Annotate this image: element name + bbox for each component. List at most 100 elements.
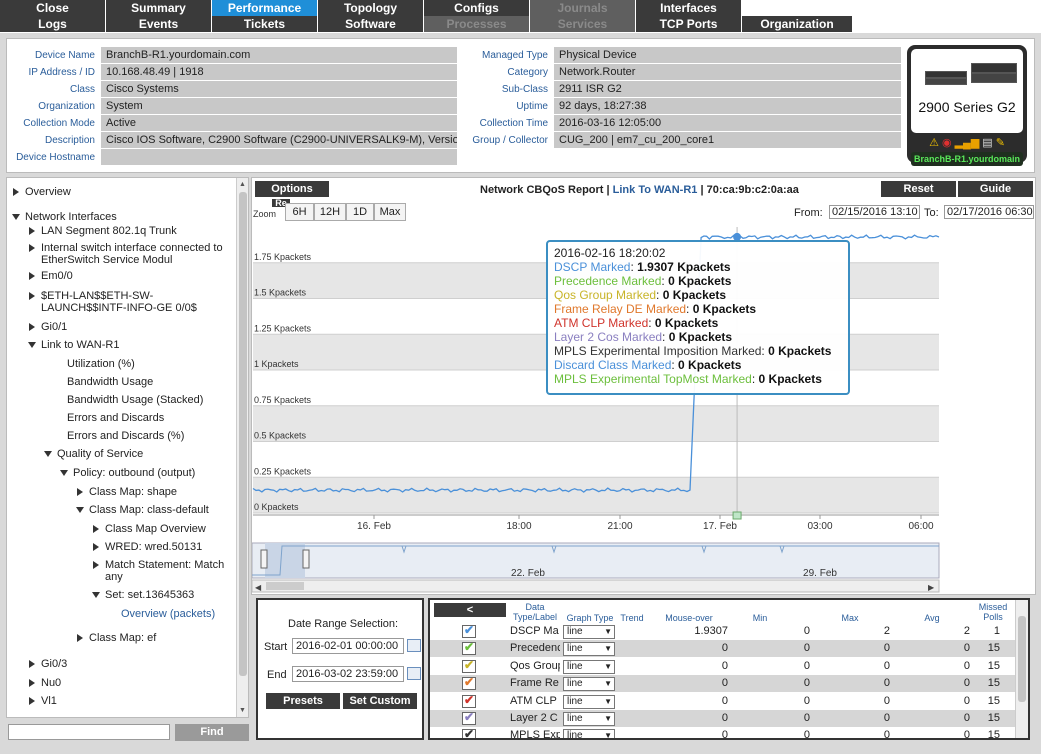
table-row[interactable]: ATM CLP 0 0 0 0 15 line (430, 693, 1016, 710)
tree-item[interactable]: Errors and Discards (%) (67, 430, 184, 442)
nav-tab-software[interactable]: Software (318, 16, 423, 32)
tree-item[interactable]: Errors and Discards (67, 412, 164, 424)
tree-item[interactable]: Class Map: ef (77, 632, 156, 644)
tree-item[interactable]: Match Statement: Match any (93, 559, 224, 583)
printer-icon[interactable]: ▤ (982, 136, 992, 149)
series-checkbox[interactable] (462, 675, 476, 691)
expanded-arrow-icon[interactable] (92, 592, 100, 598)
collapsed-arrow-icon[interactable] (29, 244, 35, 252)
col-header-mouseover[interactable]: Mouse-over (658, 613, 720, 623)
tree-item[interactable]: Quality of Service (44, 448, 143, 460)
tree-item[interactable]: LAN Segment 802.1q Trunk (29, 225, 177, 237)
table-row[interactable]: Precedence 0 0 0 0 15 line (430, 640, 1016, 658)
tree-item[interactable]: Gi0/3 (29, 658, 67, 670)
col-header-trend[interactable]: Trend (618, 613, 646, 623)
series-checkbox[interactable] (462, 710, 476, 725)
tree-item[interactable]: Vl1 (29, 695, 57, 707)
collapsed-arrow-icon[interactable] (29, 323, 35, 331)
set-custom-button[interactable]: Set Custom (343, 693, 417, 709)
nav-tab-organization[interactable]: Organization (742, 16, 852, 32)
tree-item[interactable]: Class Map: class-default (76, 504, 209, 516)
find-input[interactable] (8, 724, 170, 740)
chart-h-scrollbar[interactable] (252, 579, 940, 593)
expanded-arrow-icon[interactable] (28, 342, 36, 348)
nav-tab-performance[interactable]: Performance (212, 0, 317, 16)
col-header-avg[interactable]: Avg (912, 613, 952, 623)
collapsed-arrow-icon[interactable] (29, 697, 35, 705)
tree-item[interactable]: Link to WAN-R1 (28, 339, 119, 351)
col-header-min[interactable]: Min (740, 613, 780, 623)
nav-tab-logs[interactable]: Logs (0, 16, 105, 32)
tree-item[interactable]: WRED: wred.50131 (93, 541, 202, 553)
tree-item[interactable]: Policy: outbound (output) (60, 467, 195, 479)
col-header-graphtype[interactable]: Graph Type (564, 613, 616, 623)
graph-type-select[interactable]: line (563, 659, 615, 674)
chart-h-scroll-thumb[interactable] (266, 582, 304, 590)
navigator-right-handle[interactable] (302, 549, 310, 569)
nav-tab-events[interactable]: Events (106, 16, 211, 32)
back-button[interactable]: < (434, 603, 506, 617)
col-header-datatype[interactable]: Data Type/Label (510, 602, 560, 622)
signal-bars-icon[interactable]: ▂▄▆ (955, 136, 980, 149)
navigator-left-handle[interactable] (260, 549, 268, 569)
col-header-max[interactable]: Max (830, 613, 870, 623)
end-date-input[interactable]: 2016-03-02 23:59:00 (292, 666, 404, 682)
nav-tab-topology[interactable]: Topology (318, 0, 423, 16)
collapsed-arrow-icon[interactable] (29, 660, 35, 668)
tree-item[interactable]: Class Map Overview (93, 523, 206, 535)
table-row[interactable]: Layer 2 C 0 0 0 0 15 line (430, 710, 1016, 727)
collapsed-arrow-icon[interactable] (93, 543, 99, 551)
start-date-input[interactable]: 2016-02-01 00:00:00 (292, 638, 404, 654)
tree-item[interactable]: Overview (packets) (121, 608, 215, 620)
tree-item[interactable]: Internal switch interface connected to Et… (29, 242, 223, 266)
tree-item[interactable]: Utilization (%) (67, 358, 135, 370)
tree-item[interactable]: Em0/0 (29, 270, 73, 282)
tree-item[interactable]: Overview (13, 186, 71, 198)
tree-item[interactable]: $ETH-LAN$$ETH-SW- LAUNCH$$INTF-INFO-GE 0/… (29, 290, 197, 314)
expanded-arrow-icon[interactable] (60, 470, 68, 476)
collapsed-arrow-icon[interactable] (29, 292, 35, 300)
collapsed-arrow-icon[interactable] (29, 227, 35, 235)
expanded-arrow-icon[interactable] (44, 451, 52, 457)
collapsed-arrow-icon[interactable] (77, 488, 83, 496)
nav-tab-configs[interactable]: Configs (424, 0, 529, 16)
graph-type-select[interactable]: line (563, 729, 615, 738)
series-checkbox[interactable] (462, 623, 476, 638)
nav-tab-tickets[interactable]: Tickets (212, 16, 317, 32)
collapsed-arrow-icon[interactable] (13, 188, 19, 196)
calendar-icon[interactable] (407, 639, 421, 652)
graph-type-select[interactable]: line (563, 712, 615, 726)
tree-scrollbar[interactable]: ▲ ▼ (236, 178, 248, 717)
collapsed-arrow-icon[interactable] (77, 634, 83, 642)
table-row[interactable]: MPLS Exp 0 0 0 0 15 line (430, 727, 1016, 738)
graph-type-select[interactable]: line (563, 625, 615, 639)
tree-item[interactable]: Network Interfaces (12, 211, 117, 223)
tree-item[interactable]: Set: set.13645363 (92, 589, 194, 601)
table-row[interactable]: Qos Group 0 0 0 0 15 line (430, 658, 1016, 675)
wrench-icon[interactable]: ✎ (996, 136, 1005, 149)
collapsed-arrow-icon[interactable] (93, 525, 99, 533)
col-header-missed[interactable]: Missed Polls (976, 602, 1010, 622)
table-row[interactable]: Frame Re 0 0 0 0 15 line (430, 675, 1016, 693)
nav-tab-tcp-ports[interactable]: TCP Ports (636, 16, 741, 32)
table-scroll-thumb[interactable] (1018, 616, 1026, 702)
tree-scroll-thumb[interactable] (239, 192, 247, 676)
find-button[interactable]: Find (175, 724, 249, 741)
device-name-badge[interactable]: BranchB-R1.yourdomain (911, 152, 1023, 166)
series-checkbox[interactable] (462, 658, 476, 673)
tree-item[interactable]: Class Map: shape (77, 486, 177, 498)
table-scrollbar[interactable] (1015, 600, 1028, 738)
graph-type-select[interactable]: line (563, 677, 615, 692)
tree-item[interactable]: Bandwidth Usage (Stacked) (67, 394, 203, 406)
calendar-icon[interactable] (407, 667, 421, 680)
nav-tab-interfaces[interactable]: Interfaces (636, 0, 741, 16)
collapsed-arrow-icon[interactable] (29, 272, 35, 280)
collapsed-arrow-icon[interactable] (29, 679, 35, 687)
series-checkbox[interactable] (462, 727, 476, 738)
tree-item[interactable]: Nu0 (29, 677, 61, 689)
expanded-arrow-icon[interactable] (76, 507, 84, 513)
expanded-arrow-icon[interactable] (12, 214, 20, 220)
presets-button[interactable]: Presets (266, 693, 340, 709)
nav-tab-summary[interactable]: Summary (106, 0, 211, 16)
tree-item[interactable]: Bandwidth Usage (67, 376, 153, 388)
